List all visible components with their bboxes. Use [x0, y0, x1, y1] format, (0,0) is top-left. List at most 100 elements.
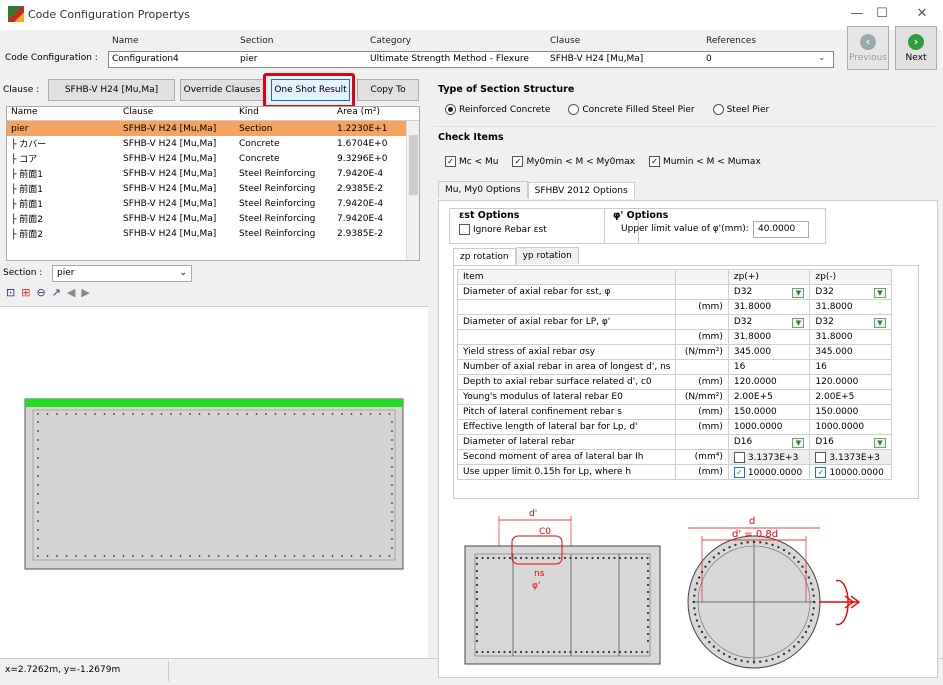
rebar-dot — [602, 650, 605, 654]
list-item[interactable]: ├ 前面2 SFHB-V H24 [Mu,Ma] Steel Reinforcing… — [7, 211, 419, 226]
checkbox[interactable] — [733, 451, 745, 463]
grid-row[interactable]: Second moment of area of lateral bar Ih (… — [456, 449, 892, 465]
radio-cfst[interactable]: Concrete Filled Steel Pier — [568, 104, 695, 115]
phi-input[interactable]: 40.0000 — [753, 221, 809, 238]
grid-row[interactable]: Young's modulus of lateral rebar E0 (N/mm… — [456, 389, 892, 405]
back-icon[interactable]: ◀ — [67, 286, 75, 299]
rebar-dot — [708, 560, 711, 564]
forward-icon[interactable]: ▶ — [81, 286, 89, 299]
grid-zp-minus[interactable]: D32 ▼ — [809, 284, 892, 300]
check-mc-mu[interactable]: ✓ Mc < Mu — [445, 156, 498, 167]
grid-zp-minus[interactable]: 345.000 — [809, 344, 892, 360]
list-item[interactable]: ├ 前面2 SFHB-V H24 [Mu,Ma] Steel Reinforcing… — [7, 226, 419, 241]
previous-button[interactable]: ‹ Previous — [847, 26, 889, 70]
zoom-box-icon[interactable]: ⊞ — [21, 286, 30, 299]
radio-reinforced[interactable]: Reinforced Concrete — [445, 104, 550, 115]
col-name[interactable]: Name — [7, 107, 119, 120]
col-clause[interactable]: Clause — [119, 107, 235, 120]
dropdown-icon[interactable]: ▼ — [874, 287, 886, 298]
dropdown-icon[interactable]: ▼ — [874, 317, 886, 328]
dropdown-icon[interactable]: ▼ — [792, 287, 805, 298]
list-item[interactable]: ├ 前面1 SFHB-V H24 [Mu,Ma] Steel Reinforcing… — [7, 166, 419, 181]
copy-to-button[interactable]: Copy To — [357, 79, 419, 101]
grid-zp-plus[interactable]: ✓ 10000.0000 — [727, 464, 811, 480]
fit-icon[interactable]: ⊡ — [6, 286, 15, 299]
checkbox[interactable] — [815, 451, 827, 463]
grid-row[interactable]: Depth to axial rebar surface related d',… — [456, 374, 892, 390]
grid-zp-plus[interactable]: 31.8000 — [727, 299, 811, 315]
grid-zp-minus[interactable]: 16 — [809, 359, 892, 375]
grid-zp-plus[interactable]: 16 — [727, 359, 811, 375]
check-my0[interactable]: ✓ My0min < M < My0max — [512, 156, 635, 167]
dropdown-icon[interactable]: ▼ — [874, 437, 886, 448]
grid-zp-plus[interactable]: 31.8000 — [727, 329, 811, 345]
ignore-rebar-checkbox[interactable]: Ignore Rebar εst — [459, 224, 547, 235]
grid-row[interactable]: Use upper limit 0.15h for Lp, where h (mm… — [456, 464, 892, 480]
tab-zp-rotation[interactable]: zp rotation — [453, 248, 516, 265]
grid-zp-plus[interactable]: 1000.0000 — [727, 419, 811, 435]
pan-icon[interactable]: ↗ — [52, 286, 61, 299]
dropdown-icon[interactable]: ▼ — [792, 437, 805, 448]
grid-row[interactable]: Pitch of lateral confinement rebar s (mm)… — [456, 404, 892, 420]
check-mumin[interactable]: ✓ Mumin < M < Mumax — [648, 156, 761, 167]
grid-row[interactable]: Diameter of axial rebar for LP, φ' D32 ▼ D3… — [456, 314, 892, 330]
one-shot-result-button[interactable]: One Shot Result — [271, 79, 350, 101]
grid-zp-plus[interactable]: D32 ▼ — [727, 284, 811, 300]
grid-row[interactable]: Yield stress of axial rebar σsy (N/mm²) 34… — [456, 344, 892, 360]
col-kind[interactable]: Kind — [235, 107, 333, 120]
grid-zp-minus[interactable]: ✓ 10000.0000 — [809, 464, 892, 480]
list-scrollbar[interactable] — [406, 121, 419, 260]
list-item[interactable]: pier SFHB-V H24 [Mu,Ma] Section 1.2230E+1 — [7, 121, 419, 136]
grid-zp-plus[interactable]: 345.000 — [727, 344, 811, 360]
grid-zp-plus[interactable]: 3.1373E+3 — [727, 449, 811, 465]
close-button[interactable]: ✕ — [910, 6, 934, 21]
list-item[interactable]: ├ カバー SFHB-V H24 [Mu,Ma] Concrete 1.6704E+0 — [7, 136, 419, 151]
grid-zp-plus[interactable]: 2.00E+5 — [727, 389, 811, 405]
checkbox[interactable]: ✓ — [733, 466, 745, 478]
grid-zp-minus[interactable]: 1000.0000 — [809, 419, 892, 435]
tab-sfhbv[interactable]: SFHBV 2012 Options — [527, 182, 635, 199]
grid-zp-minus[interactable]: 2.00E+5 — [809, 389, 892, 405]
grid-zp-plus[interactable]: D16 ▼ — [727, 434, 811, 450]
tab-mu-my0[interactable]: Mu, My0 Options — [438, 181, 528, 198]
grid-zp-minus[interactable]: 120.0000 — [809, 374, 892, 390]
col-area[interactable]: Area (m²) — [333, 107, 408, 120]
grid-zp-minus[interactable]: 3.1373E+3 — [809, 449, 892, 465]
chevron-down-icon[interactable]: ⌄ — [818, 53, 826, 63]
grid-zp-minus[interactable]: 150.0000 — [809, 404, 892, 420]
grid-zp-plus[interactable]: D32 ▼ — [727, 314, 811, 330]
clause-button[interactable]: SFHB-V H24 [Mu,Ma] — [48, 79, 175, 101]
override-clauses-button[interactable]: Override Clauses — [180, 79, 264, 101]
grid-row[interactable]: Diameter of lateral rebar D16 ▼ D16 ▼ — [456, 434, 892, 450]
maximize-button[interactable]: ☐ — [870, 6, 894, 21]
grid-zp-minus[interactable]: D32 ▼ — [809, 314, 892, 330]
grid-row[interactable]: (mm) 31.8000 31.8000 — [456, 329, 892, 345]
options-grid[interactable]: Item zp(+) zp(-) Diameter of axial rebar… — [456, 269, 892, 480]
grid-zp-plus[interactable]: 120.0000 — [727, 374, 811, 390]
grid-row[interactable]: Effective length of lateral bar for Lp, … — [456, 419, 892, 435]
scroll-thumb[interactable] — [409, 135, 418, 195]
zoom-out-icon[interactable]: ⊖ — [36, 286, 45, 299]
next-button[interactable]: › Next — [895, 26, 937, 70]
list-item[interactable]: ├ 前面1 SFHB-V H24 [Mu,Ma] Steel Reinforcing… — [7, 196, 419, 211]
grid-zp-minus[interactable]: D16 ▼ — [809, 434, 892, 450]
grid-row[interactable]: Number of axial rebar in area of longest… — [456, 359, 892, 375]
grid-zp-minus[interactable]: 31.8000 — [809, 299, 892, 315]
tab-yp-rotation[interactable]: yp rotation — [515, 247, 579, 264]
list-item[interactable]: ├ 前面1 SFHB-V H24 [Mu,Ma] Steel Reinforcing… — [7, 181, 419, 196]
grid-text: D16 — [733, 436, 753, 447]
section-viewer[interactable] — [0, 306, 428, 658]
grid-row[interactable]: Diameter of axial rebar for εst, φ D32 ▼ D3… — [456, 284, 892, 300]
checkbox[interactable]: ✓ — [815, 466, 827, 478]
section-list[interactable]: Name Clause Kind Area (m²) pier SFHB-V H2… — [6, 106, 420, 261]
rebar-dot — [697, 625, 701, 628]
dropdown-icon[interactable]: ▼ — [792, 317, 805, 328]
list-item[interactable]: ├ コア SFHB-V H24 [Mu,Ma] Concrete 9.3296E+0 — [7, 151, 419, 166]
grid-zp-minus[interactable]: 31.8000 — [809, 329, 892, 345]
grid-row[interactable]: (mm) 31.8000 31.8000 — [456, 299, 892, 315]
grid-zp-plus[interactable]: 150.0000 — [727, 404, 811, 420]
rebar-dot — [236, 413, 239, 415]
minimize-button[interactable]: — — [845, 6, 869, 21]
section-select[interactable]: pier ⌄ — [52, 265, 192, 282]
radio-steel[interactable]: Steel Pier — [712, 104, 769, 115]
